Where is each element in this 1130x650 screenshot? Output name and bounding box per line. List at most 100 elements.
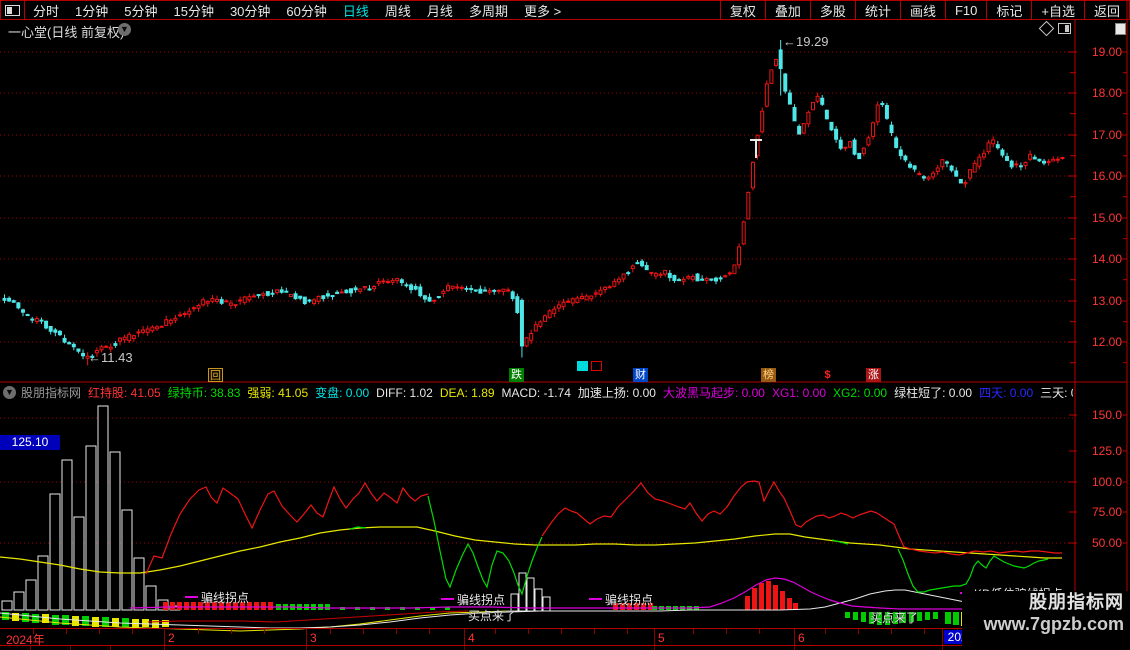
indicator-field-7: 加速上扬: 0.00 [577,385,656,400]
indicator-field-12: 四天: 0.00 [979,385,1034,400]
axis-label-1: 2 [168,631,175,645]
menu-item-0[interactable]: 分时 [25,1,67,20]
window-icon[interactable] [1115,23,1126,35]
chart-canvas [0,0,1128,650]
chevron-down-icon[interactable]: ▼ [118,23,131,36]
indicator-tick-label: 100.0 [1091,475,1122,489]
axis-major-tick [654,629,655,645]
tools-menu: 复权 叠加 多股 统计 画线 F10 标记 +自选 返回 [719,1,1129,19]
axis-label-3: 4 [468,631,475,645]
menu-item-7[interactable]: 周线 [377,1,419,20]
axis-minor-tick [330,629,331,634]
axis-minor-tick [429,629,430,634]
menu-item-3[interactable]: 15分钟 [165,1,221,20]
indicator-field-13: 三天: 0.00 [1040,385,1073,400]
menu-item-4[interactable]: 30分钟 [222,1,278,20]
menu-item-8[interactable]: 月线 [419,1,461,20]
watermark-url: www.7gpzb.com [983,614,1124,634]
indicator-field-1: 绿持币: 38.83 [167,385,241,400]
shortcut-zhang[interactable]: 涨 [866,368,881,382]
tool-item-0[interactable]: 复权 [719,1,765,19]
axis-label-2: 3 [310,631,317,645]
shortcut-cai[interactable]: 财 [633,368,648,382]
trading-terminal: 分时 1分钟 5分钟 15分钟 30分钟 60分钟 日线 周线 月线 多周期 更多 > 复权 叠加 多股… [0,0,1130,650]
indicator-annotation-1: 骗线拐点 [457,593,506,607]
axis-minor-tick [924,629,925,634]
tool-item-2[interactable]: 多股 [809,1,855,19]
tool-item-4[interactable]: 画线 [899,1,945,19]
axis-major-tick [794,629,795,645]
axis-minor-tick [264,629,265,634]
menu-item-5[interactable]: 60分钟 [278,1,334,20]
axis-minor-tick [231,629,232,634]
annotation-dash [185,596,198,598]
indicator-field-2: 强弱: 41.05 [247,385,309,400]
bottom-strip [0,646,1130,650]
price-tick-label: 17.00 [1091,128,1122,142]
axis-minor-tick [495,629,496,634]
menu-item-10[interactable]: 更多 > [516,1,569,20]
indicator-name: 股朋指标网 [21,385,82,400]
mini-red-mark [591,361,602,371]
bottom-strip-tick [70,646,71,650]
watermark: 股朋指标网 www.7gpzb.com [962,591,1130,650]
indicator-field-8: 大波黑马起步: 0.00 [662,385,765,400]
axis-minor-tick [363,629,364,634]
tool-item-3[interactable]: 统计 [854,1,900,19]
indicator-tick-label: 50.00 [1091,536,1122,550]
shortcut-die[interactable]: 跌 [509,368,524,382]
annotation-dash [441,598,454,600]
axis-minor-tick [759,629,760,634]
bottom-strip-tick [164,646,165,650]
tool-item-8[interactable]: 返回 [1083,1,1129,19]
price-tick-label: 19.00 [1091,45,1122,59]
menu-item-9[interactable]: 多周期 [461,1,516,20]
axis-minor-tick [561,629,562,634]
axis-minor-tick [693,629,694,634]
price-tick-label: 13.00 [1091,294,1122,308]
price-tick-label: 14.00 [1091,252,1122,266]
low-price-annotation: ←11.43 [88,350,133,365]
bottom-strip-tick [942,646,943,650]
shortcut-hui[interactable]: 回 [208,368,223,382]
diamond-icon[interactable] [1038,20,1055,37]
indicator-field-4: DIFF: 1.02 [376,385,433,400]
axis-minor-tick [528,629,529,634]
axis-minor-tick [198,629,199,634]
indicator-field-5: DEA: 1.89 [439,385,495,400]
axis-label-5: 6 [798,631,805,645]
top-menubar: 分时 1分钟 5分钟 15分钟 30分钟 60分钟 日线 周线 月线 多周期 更多 > 复权 叠加 多股… [0,0,1130,20]
indicator-field-0: 红持股: 41.05 [88,385,161,400]
chevron-down-icon[interactable]: ▼ [3,385,16,399]
price-tick-label: 18.00 [1091,86,1122,100]
indicator-header: ▼ 股朋指标网 红持股: 41.05 绿持币: 38.83 强弱: 41.05 变盘:… [0,384,1073,400]
tool-item-5[interactable]: F10 [944,1,986,19]
indicator-tick-label: 75.00 [1091,505,1122,519]
axis-minor-tick [132,629,133,634]
tool-item-6[interactable]: 标记 [986,1,1031,19]
shortcut-bang[interactable]: 榜 [761,368,776,382]
tool-item-1[interactable]: 叠加 [764,1,810,19]
bottom-strip-tick [654,646,655,650]
axis-minor-tick [726,629,727,634]
shortcut-dollar[interactable]: $ [820,368,835,382]
axis-major-tick [464,629,465,645]
indicator-annotation-4: 买点来了 [870,611,919,625]
indicator-field-10: XG2: 0.00 [833,385,888,400]
period-menu: 分时 1分钟 5分钟 15分钟 30分钟 60分钟 日线 周线 月线 多周期 更多 > [25,1,569,19]
tool-item-7[interactable]: +自选 [1031,1,1084,19]
axis-major-tick [942,629,943,645]
menu-item-2[interactable]: 5分钟 [116,1,165,20]
split-window-icon[interactable] [1058,23,1071,34]
indicator-field-3: 变盘: 0.00 [315,385,370,400]
axis-minor-tick [99,629,100,634]
date-axis[interactable]: 2024年234562025/0 [0,628,1127,647]
annotation-dash [589,598,602,600]
indicator-field-6: MACD: -1.74 [501,385,571,400]
indicator-annotation-3: 骗线拐点 [605,593,654,607]
indicator-tick-label: 150.0 [1091,408,1122,422]
layout-icon[interactable] [5,4,20,16]
menu-item-6[interactable]: 日线 [335,1,377,20]
mini-cyan-mark [577,361,588,371]
menu-item-1[interactable]: 1分钟 [67,1,116,20]
